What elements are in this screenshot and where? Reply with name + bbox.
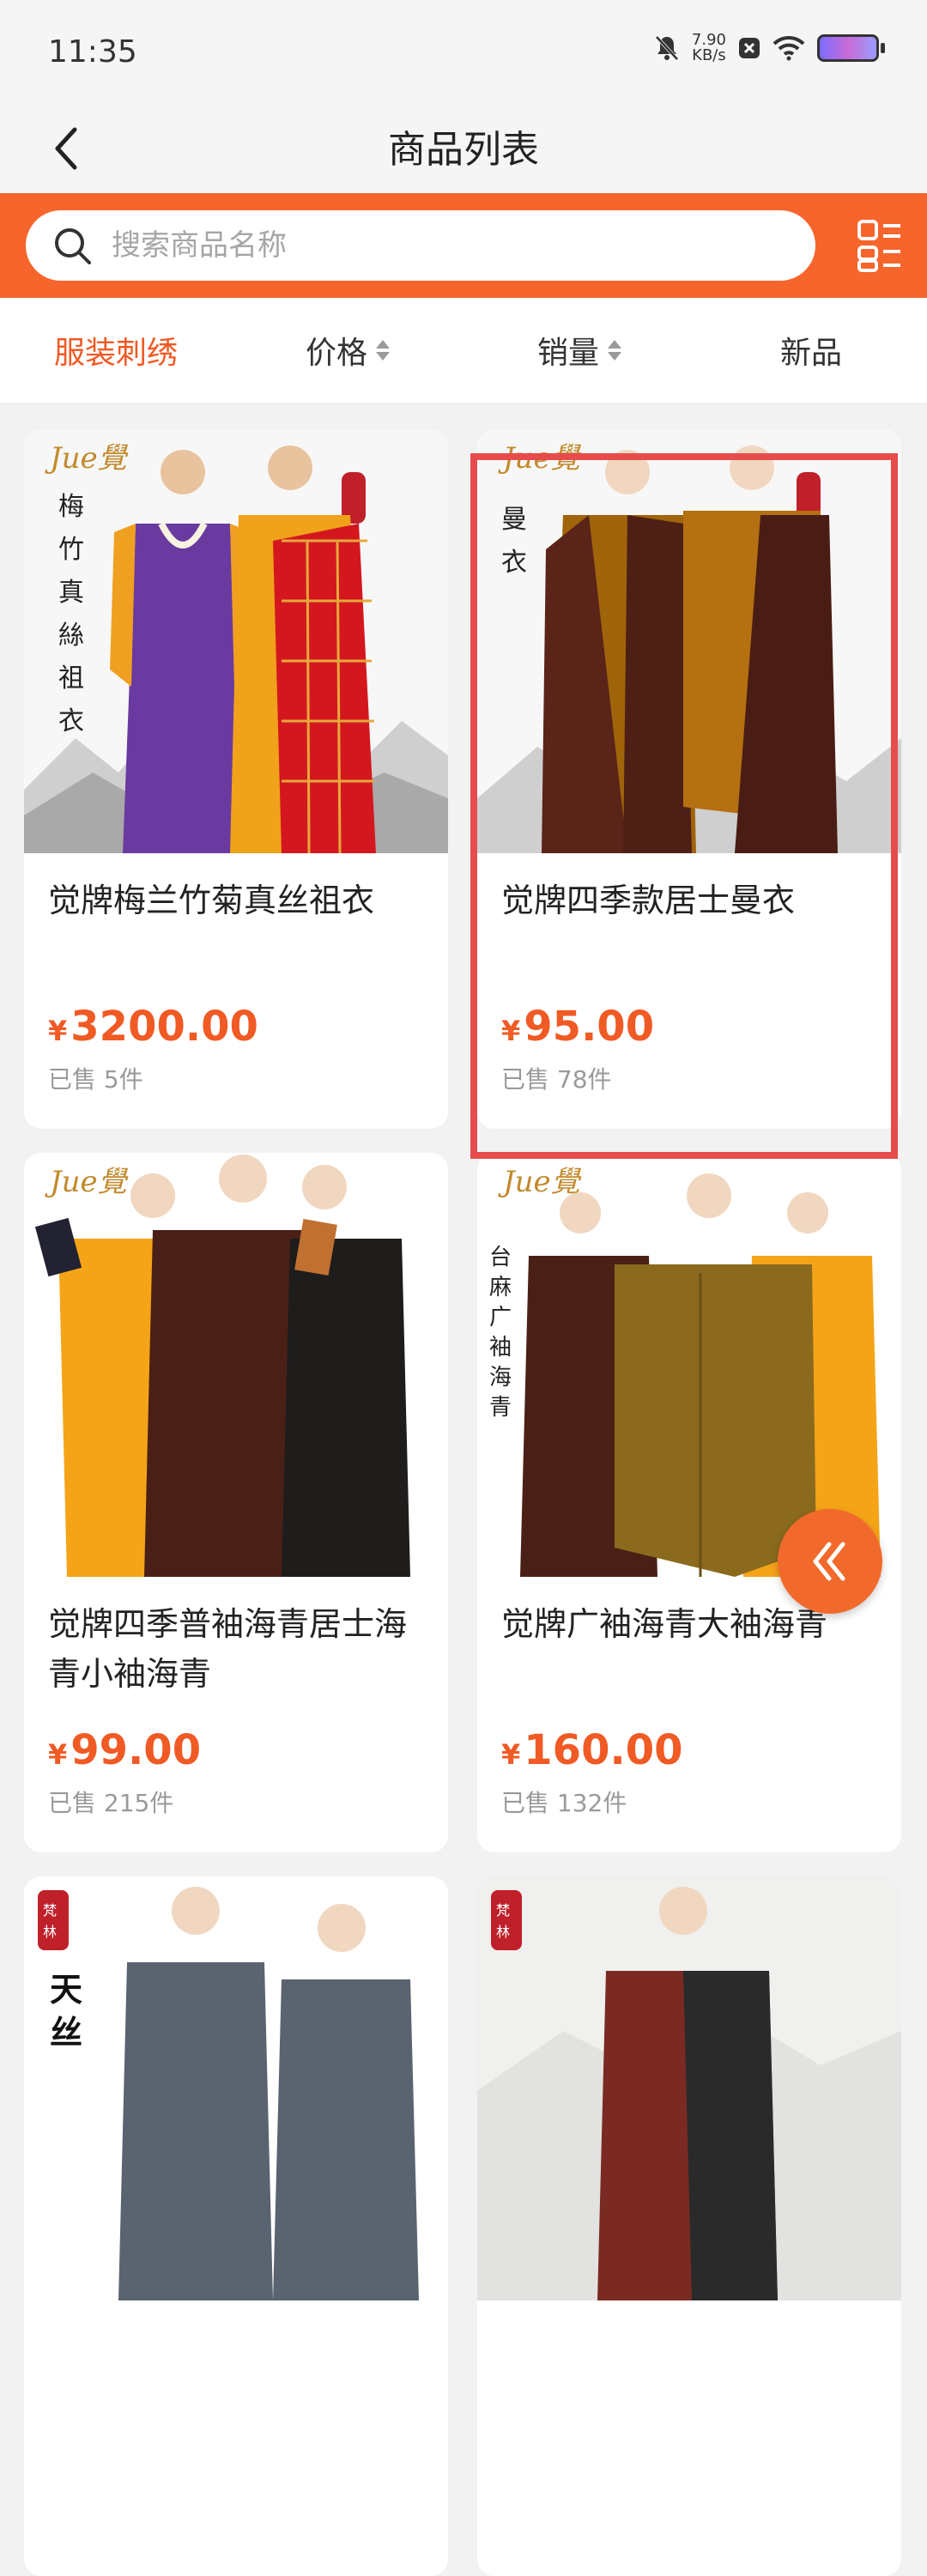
product-image: 梵 林 天 丝 [24,1876,448,2300]
filter-new-label: 新品 [779,336,842,371]
svg-text:真: 真 [58,578,84,608]
product-image: Jue覺 [24,1153,448,1577]
svg-text:林: 林 [43,1924,57,1940]
svg-text:Jue覺: Jue覺 [45,1165,129,1199]
filter-price-label: 价格 [305,336,367,371]
sort-arrows-icon [608,338,621,362]
product-card[interactable]: Jue覺 觉牌四季普袖海青居士海青小袖海青 ¥99.00 已售 215件 [24,1153,448,1852]
sort-arrows-icon [376,338,390,362]
filter-category-label: 服装刺绣 [53,336,178,371]
svg-text:梵: 梵 [43,1902,57,1918]
product-card[interactable]: Jue覺 台 麻 广 袖 海 青 觉牌广袖海青大袖海青 ¥160.00 已售 1… [477,1153,901,1852]
filter-sales[interactable]: 销量 [464,298,695,403]
currency-symbol: ¥ [48,1738,68,1771]
svg-text:祖: 祖 [58,664,84,694]
floating-back-button[interactable] [778,1509,882,1614]
search-input[interactable] [110,227,783,264]
filter-price[interactable]: 价格 [232,298,464,403]
search-bar [0,193,927,298]
svg-text:袖: 袖 [489,1335,512,1361]
price-value: 160.00 [524,1726,683,1774]
product-image-art: Jue覺 [24,1153,448,1577]
double-chevron-left-icon [813,1542,845,1581]
product-card[interactable]: 梵 林 [477,1876,901,2576]
svg-text:衣: 衣 [58,706,84,736]
product-image: 梵 林 [477,1876,901,2300]
grid-list-toggle-icon[interactable] [857,219,903,272]
product-image-art: 梵 林 [477,1876,901,2300]
svg-text:丝: 丝 [50,2013,82,2052]
price-value: 99.00 [70,1726,202,1774]
net-speed-unit: KB/s [692,46,726,64]
price-value: 3200.00 [70,1003,258,1051]
page-title: 商品列表 [388,128,539,172]
page-header: 商品列表 [0,103,927,193]
svg-text:竹: 竹 [58,535,84,565]
svg-text:衣: 衣 [501,548,527,578]
filter-new[interactable]: 新品 [695,298,927,403]
svg-text:广: 广 [489,1305,512,1330]
svg-text:Jue覺: Jue覺 [498,441,582,476]
sold-count: 已售 78件 [501,1065,612,1094]
product-card[interactable]: Jue覺 梅 竹 真 絲 祖 衣 觉牌梅兰竹菊真丝祖衣 ¥3200.00 已售 … [24,429,448,1129]
svg-text:Jue覺: Jue覺 [498,1165,582,1199]
status-time: 11:35 [48,34,137,70]
mute-bell-icon [655,35,679,61]
filter-sales-label: 销量 [536,336,599,371]
currency-symbol: ¥ [48,1015,68,1047]
search-icon [55,228,91,264]
svg-text:梅: 梅 [58,492,84,522]
svg-text:林: 林 [496,1924,510,1940]
svg-text:曼: 曼 [501,505,527,535]
svg-text:絲: 絲 [58,621,84,651]
product-price: ¥95.00 [501,1003,877,1051]
svg-text:Jue覺: Jue覺 [45,441,129,476]
filter-tabs: 服装刺绣 价格 销量 新品 [0,298,927,403]
svg-text:青: 青 [489,1395,512,1421]
product-name: 觉牌四季普袖海青居士海青小袖海青 [48,1605,408,1693]
product-image-art: Jue覺 曼 衣 [477,429,901,853]
product-price: ¥99.00 [48,1726,424,1774]
sold-count: 已售 132件 [501,1789,627,1817]
battery-icon [817,34,885,62]
net-speed: 7.90 KB/s [692,33,726,64]
status-bar: 11:35 7.90 KB/s [0,0,927,103]
wifi-icon [772,35,805,61]
filter-category[interactable]: 服装刺绣 [0,298,232,403]
product-image: Jue覺 梅 竹 真 絲 祖 衣 [24,429,448,853]
product-image-art: Jue覺 梅 竹 真 絲 祖 衣 [24,429,448,853]
product-card[interactable]: Jue覺 曼 衣 觉牌四季款居士曼衣 ¥95.00 已售 78件 [477,429,901,1129]
product-price: ¥160.00 [501,1726,877,1774]
sold-count: 已售 5件 [48,1065,143,1094]
svg-text:天: 天 [50,1970,82,2009]
notification-close-icon [739,38,760,58]
currency-symbol: ¥ [501,1015,521,1047]
product-grid: Jue覺 梅 竹 真 絲 祖 衣 觉牌梅兰竹菊真丝祖衣 ¥3200.00 已售 … [24,429,903,2576]
product-image-art: 梵 林 天 丝 [24,1876,448,2300]
svg-text:台: 台 [489,1245,512,1270]
svg-text:海: 海 [489,1365,512,1391]
svg-text:梵: 梵 [496,1902,510,1918]
sold-count: 已售 215件 [48,1789,174,1817]
product-name: 觉牌梅兰竹菊真丝祖衣 [48,882,375,919]
product-price: ¥3200.00 [48,1003,424,1051]
price-value: 95.00 [524,1003,655,1051]
search-box[interactable] [26,210,815,281]
svg-text:麻: 麻 [489,1275,512,1300]
product-name: 觉牌广袖海青大袖海青 [501,1605,828,1643]
status-icons: 7.90 KB/s [654,33,885,64]
currency-symbol: ¥ [501,1738,521,1771]
product-image: Jue覺 曼 衣 [477,429,901,853]
product-card[interactable]: 梵 林 天 丝 [24,1876,448,2576]
product-name: 觉牌四季款居士曼衣 [501,882,796,919]
